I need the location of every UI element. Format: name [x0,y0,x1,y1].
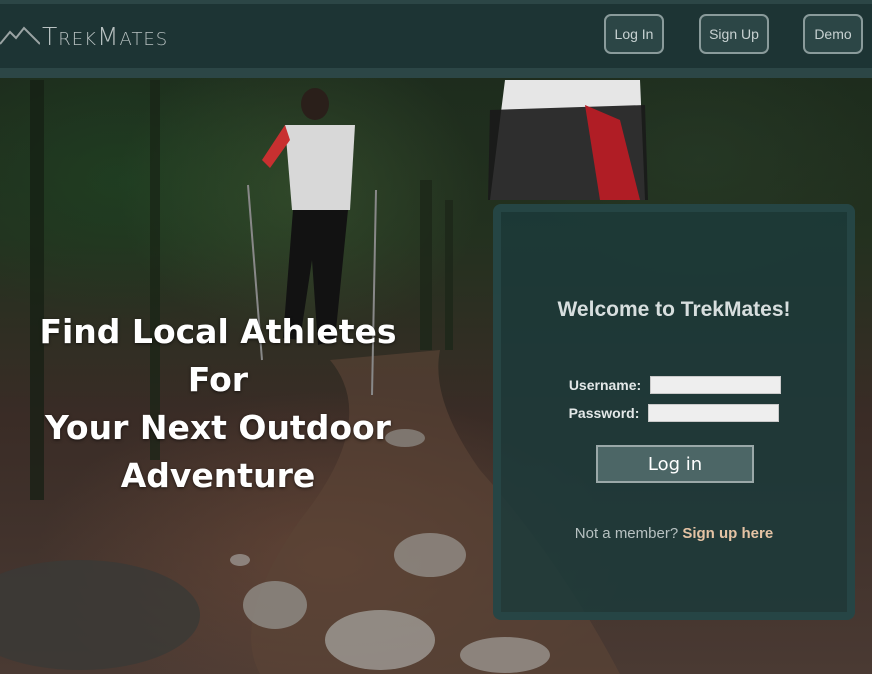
username-label: Username: [568,377,642,393]
signup-here-link[interactable]: Sign up here [682,525,773,542]
headline-line-3: Adventure [120,456,316,495]
login-submit-button[interactable]: Log in [596,445,754,483]
nav-demo-button[interactable]: Demo [803,14,863,54]
nav-signup-button[interactable]: Sign Up [699,14,769,54]
headline-line-2: Your Next Outdoor [45,408,391,447]
signup-prompt: Not a member? Sign up here [501,525,847,542]
login-panel: Welcome to TrekMates! Username: Password… [493,204,855,620]
mountain-icon [0,26,40,45]
top-navbar: TrekMates Log In Sign Up Demo [0,0,872,78]
brand-name: TrekMates [42,21,169,51]
nav-login-button[interactable]: Log In [604,14,664,54]
password-label: Password: [568,405,640,421]
headline-line-1: Find Local Athletes For [39,312,397,399]
username-input[interactable] [650,376,782,394]
password-input[interactable] [648,404,780,422]
hero-headline: Find Local Athletes For Your Next Outdoo… [8,308,428,500]
password-row: Password: [501,404,847,422]
username-row: Username: [501,376,847,394]
brand-logo[interactable]: TrekMates [0,18,168,54]
member-prompt-text: Not a member? [574,525,679,542]
welcome-title: Welcome to TrekMates! [557,298,791,321]
